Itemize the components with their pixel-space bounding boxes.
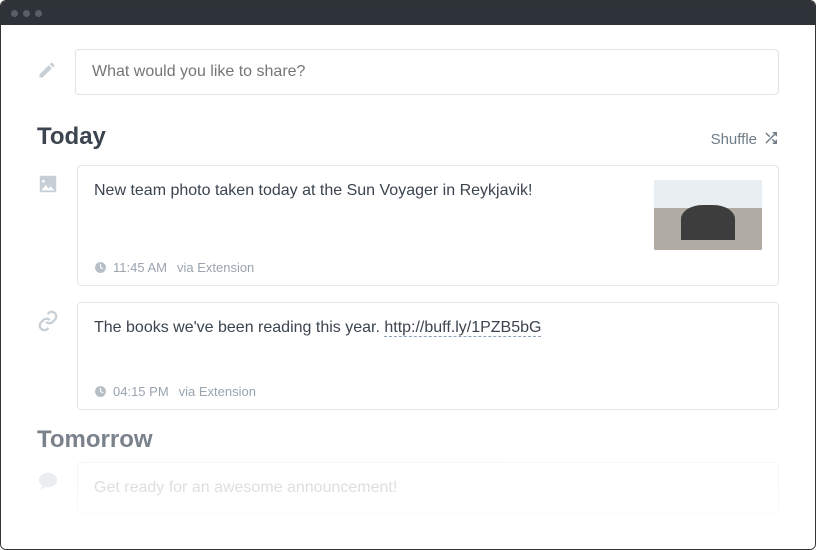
window-control-dot[interactable] bbox=[23, 10, 30, 17]
window-titlebar bbox=[1, 1, 815, 25]
pencil-icon bbox=[37, 60, 57, 85]
app-window: Today Shuffle New team photo taken today… bbox=[0, 0, 816, 550]
post-meta: 04:15 PM via Extension bbox=[94, 384, 762, 399]
section-header-tomorrow: Tomorrow bbox=[37, 426, 779, 454]
post-text: The books we've been reading this year. … bbox=[94, 317, 541, 374]
post-card: Get ready for an awesome announcement! bbox=[77, 462, 779, 514]
post-time: 11:45 AM bbox=[113, 260, 167, 275]
post-source: via Extension bbox=[177, 260, 254, 275]
section-header-today: Today Shuffle bbox=[37, 123, 779, 151]
post-source: via Extension bbox=[179, 384, 256, 399]
post-text: Get ready for an awesome announcement! bbox=[94, 477, 397, 499]
queued-post[interactable]: The books we've been reading this year. … bbox=[37, 302, 779, 410]
post-card: The books we've been reading this year. … bbox=[77, 302, 779, 410]
window-control-dot[interactable] bbox=[11, 10, 18, 17]
clock-icon bbox=[94, 385, 107, 398]
post-text: New team photo taken today at the Sun Vo… bbox=[94, 180, 532, 250]
image-icon bbox=[37, 173, 59, 195]
window-control-dot[interactable] bbox=[35, 10, 42, 17]
section-title-tomorrow: Tomorrow bbox=[37, 426, 153, 454]
post-thumbnail[interactable] bbox=[654, 180, 762, 250]
post-card: New team photo taken today at the Sun Vo… bbox=[77, 165, 779, 286]
queued-post[interactable]: New team photo taken today at the Sun Vo… bbox=[37, 165, 779, 286]
clock-icon bbox=[94, 261, 107, 274]
comment-icon bbox=[37, 470, 59, 492]
post-meta: 11:45 AM via Extension bbox=[94, 260, 762, 275]
shuffle-button[interactable]: Shuffle bbox=[711, 131, 779, 149]
queued-post[interactable]: Get ready for an awesome announcement! bbox=[37, 462, 779, 514]
section-title-today: Today bbox=[37, 123, 106, 151]
composer-row bbox=[37, 49, 779, 95]
post-link[interactable]: http://buff.ly/1PZB5bG bbox=[384, 319, 541, 337]
post-time: 04:15 PM bbox=[113, 384, 169, 399]
composer-input[interactable] bbox=[75, 49, 779, 95]
post-text-prefix: The books we've been reading this year. bbox=[94, 319, 384, 336]
shuffle-label: Shuffle bbox=[711, 131, 757, 148]
link-icon bbox=[37, 310, 59, 332]
shuffle-icon bbox=[763, 131, 779, 149]
content-area: Today Shuffle New team photo taken today… bbox=[1, 25, 815, 549]
